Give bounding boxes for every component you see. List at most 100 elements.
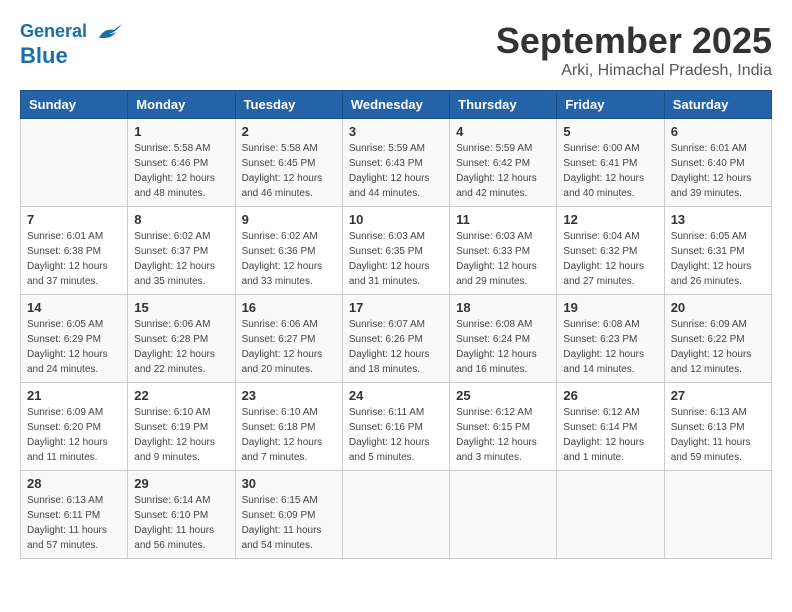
calendar-cell: 25 Sunrise: 6:12 AM Sunset: 6:15 PM Dayli… <box>450 383 557 471</box>
calendar-cell: 21 Sunrise: 6:09 AM Sunset: 6:20 PM Dayli… <box>21 383 128 471</box>
day-detail: Sunrise: 6:09 AM Sunset: 6:22 PM Dayligh… <box>671 317 765 377</box>
day-detail: Sunrise: 6:06 AM Sunset: 6:28 PM Dayligh… <box>134 317 228 377</box>
calendar-cell: 4Sunrise: 5:59 AM Sunset: 6:42 PM Daylig… <box>450 119 557 207</box>
day-detail: Sunrise: 6:01 AM Sunset: 6:38 PM Dayligh… <box>27 229 121 289</box>
calendar-cell: 24 Sunrise: 6:11 AM Sunset: 6:16 PM Dayli… <box>342 383 449 471</box>
calendar-week-3: 14 Sunrise: 6:05 AM Sunset: 6:29 PM Dayli… <box>21 295 772 383</box>
day-number: 26 <box>563 388 657 403</box>
calendar-cell: 12 Sunrise: 6:04 AM Sunset: 6:32 PM Dayli… <box>557 207 664 295</box>
logo-text: General Blue <box>20 20 124 68</box>
day-detail: Sunrise: 6:08 AM Sunset: 6:23 PM Dayligh… <box>563 317 657 377</box>
day-number: 29 <box>134 476 228 491</box>
day-number: 20 <box>671 300 765 315</box>
day-number: 8 <box>134 212 228 227</box>
day-number: 22 <box>134 388 228 403</box>
calendar-cell: 17 Sunrise: 6:07 AM Sunset: 6:26 PM Dayli… <box>342 295 449 383</box>
calendar-cell <box>557 471 664 559</box>
calendar-week-2: 7 Sunrise: 6:01 AM Sunset: 6:38 PM Daylig… <box>21 207 772 295</box>
calendar-week-5: 28 Sunrise: 6:13 AM Sunset: 6:11 PM Dayli… <box>21 471 772 559</box>
day-number: 25 <box>456 388 550 403</box>
day-detail: Sunrise: 6:13 AM Sunset: 6:11 PM Dayligh… <box>27 493 121 553</box>
day-number: 10 <box>349 212 443 227</box>
day-detail: Sunrise: 6:12 AM Sunset: 6:15 PM Dayligh… <box>456 405 550 465</box>
calendar-cell: 7 Sunrise: 6:01 AM Sunset: 6:38 PM Daylig… <box>21 207 128 295</box>
day-number: 5 <box>563 124 657 139</box>
calendar-week-1: 1 Sunrise: 5:58 AM Sunset: 6:46 PM Daylig… <box>21 119 772 207</box>
calendar-cell: 9 Sunrise: 6:02 AM Sunset: 6:36 PM Daylig… <box>235 207 342 295</box>
day-detail: Sunrise: 6:14 AM Sunset: 6:10 PM Dayligh… <box>134 493 228 553</box>
day-detail: Sunrise: 6:09 AM Sunset: 6:20 PM Dayligh… <box>27 405 121 465</box>
day-detail: Sunrise: 6:12 AM Sunset: 6:14 PM Dayligh… <box>563 405 657 465</box>
calendar-cell: 15 Sunrise: 6:06 AM Sunset: 6:28 PM Dayli… <box>128 295 235 383</box>
weekday-header-sunday: Sunday <box>21 91 128 119</box>
day-detail: Sunrise: 6:05 AM Sunset: 6:29 PM Dayligh… <box>27 317 121 377</box>
day-detail: Sunrise: 6:07 AM Sunset: 6:26 PM Dayligh… <box>349 317 443 377</box>
calendar-cell: 10 Sunrise: 6:03 AM Sunset: 6:35 PM Dayli… <box>342 207 449 295</box>
day-number: 1 <box>134 124 228 139</box>
day-number: 11 <box>456 212 550 227</box>
day-number: 3 <box>349 124 443 139</box>
day-detail: Sunrise: 6:13 AM Sunset: 6:13 PM Dayligh… <box>671 405 765 465</box>
day-detail: Sunrise: 6:04 AM Sunset: 6:32 PM Dayligh… <box>563 229 657 289</box>
page-header: General Blue September 2025 Arki, Himach… <box>20 20 772 80</box>
weekday-header-friday: Friday <box>557 91 664 119</box>
day-number: 28 <box>27 476 121 491</box>
logo: General Blue <box>20 20 124 68</box>
day-number: 16 <box>242 300 336 315</box>
calendar-cell <box>664 471 771 559</box>
calendar-cell: 28 Sunrise: 6:13 AM Sunset: 6:11 PM Dayli… <box>21 471 128 559</box>
day-detail: Sunrise: 6:02 AM Sunset: 6:36 PM Dayligh… <box>242 229 336 289</box>
day-number: 12 <box>563 212 657 227</box>
day-number: 17 <box>349 300 443 315</box>
calendar-cell: 6Sunrise: 6:01 AM Sunset: 6:40 PM Daylig… <box>664 119 771 207</box>
day-number: 15 <box>134 300 228 315</box>
calendar-cell: 23 Sunrise: 6:10 AM Sunset: 6:18 PM Dayli… <box>235 383 342 471</box>
day-number: 30 <box>242 476 336 491</box>
day-number: 7 <box>27 212 121 227</box>
day-detail: Sunrise: 6:10 AM Sunset: 6:18 PM Dayligh… <box>242 405 336 465</box>
day-detail: Sunrise: 6:03 AM Sunset: 6:35 PM Dayligh… <box>349 229 443 289</box>
day-detail: Sunrise: 6:01 AM Sunset: 6:40 PM Dayligh… <box>671 141 765 201</box>
calendar-cell: 27 Sunrise: 6:13 AM Sunset: 6:13 PM Dayli… <box>664 383 771 471</box>
day-number: 27 <box>671 388 765 403</box>
day-number: 23 <box>242 388 336 403</box>
day-detail: Sunrise: 6:03 AM Sunset: 6:33 PM Dayligh… <box>456 229 550 289</box>
calendar-cell: 14 Sunrise: 6:05 AM Sunset: 6:29 PM Dayli… <box>21 295 128 383</box>
calendar-cell: 19 Sunrise: 6:08 AM Sunset: 6:23 PM Dayli… <box>557 295 664 383</box>
calendar-cell: 26 Sunrise: 6:12 AM Sunset: 6:14 PM Dayli… <box>557 383 664 471</box>
month-title: September 2025 <box>496 20 772 62</box>
calendar-cell: 20 Sunrise: 6:09 AM Sunset: 6:22 PM Dayli… <box>664 295 771 383</box>
day-number: 21 <box>27 388 121 403</box>
calendar-cell: 13Sunrise: 6:05 AM Sunset: 6:31 PM Dayli… <box>664 207 771 295</box>
calendar-cell <box>21 119 128 207</box>
calendar-cell: 2Sunrise: 5:58 AM Sunset: 6:45 PM Daylig… <box>235 119 342 207</box>
calendar-body: 1 Sunrise: 5:58 AM Sunset: 6:46 PM Daylig… <box>21 119 772 559</box>
day-detail: Sunrise: 5:58 AM Sunset: 6:46 PM Dayligh… <box>134 141 228 201</box>
calendar-cell <box>342 471 449 559</box>
day-number: 13 <box>671 212 765 227</box>
day-number: 24 <box>349 388 443 403</box>
day-number: 19 <box>563 300 657 315</box>
day-number: 4 <box>456 124 550 139</box>
calendar-cell: 11 Sunrise: 6:03 AM Sunset: 6:33 PM Dayli… <box>450 207 557 295</box>
day-detail: Sunrise: 6:02 AM Sunset: 6:37 PM Dayligh… <box>134 229 228 289</box>
weekday-header-thursday: Thursday <box>450 91 557 119</box>
day-detail: Sunrise: 6:06 AM Sunset: 6:27 PM Dayligh… <box>242 317 336 377</box>
calendar-cell: 29 Sunrise: 6:14 AM Sunset: 6:10 PM Dayli… <box>128 471 235 559</box>
calendar-cell: 16 Sunrise: 6:06 AM Sunset: 6:27 PM Dayli… <box>235 295 342 383</box>
calendar-cell: 18Sunrise: 6:08 AM Sunset: 6:24 PM Dayli… <box>450 295 557 383</box>
day-detail: Sunrise: 5:59 AM Sunset: 6:43 PM Dayligh… <box>349 141 443 201</box>
calendar-cell: 3 Sunrise: 5:59 AM Sunset: 6:43 PM Daylig… <box>342 119 449 207</box>
calendar-cell <box>450 471 557 559</box>
day-detail: Sunrise: 5:58 AM Sunset: 6:45 PM Dayligh… <box>242 141 336 201</box>
day-number: 18 <box>456 300 550 315</box>
day-detail: Sunrise: 6:11 AM Sunset: 6:16 PM Dayligh… <box>349 405 443 465</box>
day-number: 14 <box>27 300 121 315</box>
weekday-header-saturday: Saturday <box>664 91 771 119</box>
calendar-cell: 22Sunrise: 6:10 AM Sunset: 6:19 PM Dayli… <box>128 383 235 471</box>
weekday-header-wednesday: Wednesday <box>342 91 449 119</box>
day-detail: Sunrise: 6:00 AM Sunset: 6:41 PM Dayligh… <box>563 141 657 201</box>
weekday-header-monday: Monday <box>128 91 235 119</box>
calendar-cell: 30Sunrise: 6:15 AM Sunset: 6:09 PM Dayli… <box>235 471 342 559</box>
day-number: 9 <box>242 212 336 227</box>
